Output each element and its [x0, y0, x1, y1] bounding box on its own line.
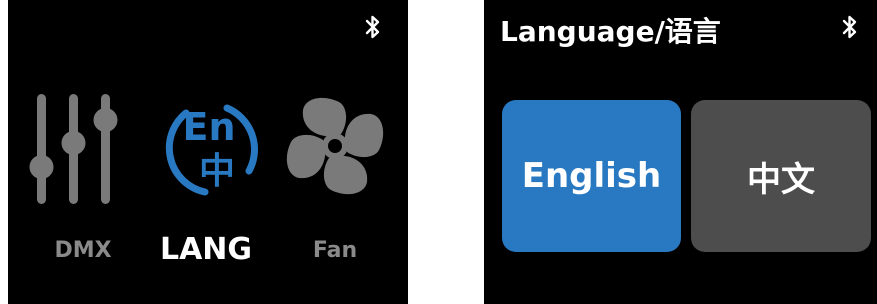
- menu-item-fan[interactable]: Fan: [280, 88, 390, 288]
- menu-label-fan: Fan: [312, 238, 358, 263]
- menu-label-dmx: DMX: [54, 238, 112, 263]
- page-title: Language/语言: [500, 15, 721, 48]
- language-icon: En 中: [165, 104, 258, 196]
- main-menu-screen: DMX En 中 LANG Fan: [8, 0, 408, 304]
- bluetooth-icon: [365, 15, 380, 39]
- fan-icon: [286, 97, 384, 195]
- bluetooth-icon: [842, 15, 857, 39]
- english-button[interactable]: English: [502, 100, 681, 252]
- chinese-button[interactable]: 中文: [691, 100, 871, 252]
- language-screen: Language/语言 English 中文: [484, 0, 877, 304]
- menu-item-lang[interactable]: En 中 LANG: [151, 88, 261, 288]
- language-icon-text-zh: 中: [199, 151, 235, 192]
- menu-item-dmx[interactable]: DMX: [28, 88, 138, 288]
- menu-label-lang: LANG: [159, 232, 253, 267]
- language-icon-text-en: En: [182, 105, 235, 149]
- sliders-icon: [29, 94, 118, 204]
